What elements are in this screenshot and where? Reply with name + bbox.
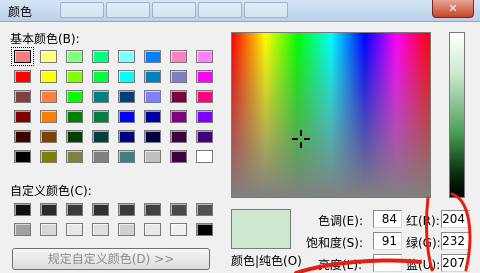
color-swatch[interactable]: [14, 70, 31, 83]
color-swatch[interactable]: [66, 150, 83, 163]
color-swatch[interactable]: [196, 223, 213, 236]
color-swatch[interactable]: [170, 223, 187, 236]
color-spectrum[interactable]: [231, 32, 431, 198]
color-swatch[interactable]: [170, 203, 187, 216]
color-swatch[interactable]: [144, 130, 161, 143]
color-swatch[interactable]: [144, 223, 161, 236]
crosshair-icon[interactable]: [292, 130, 310, 148]
color-swatch[interactable]: [118, 70, 135, 83]
color-swatch[interactable]: [66, 223, 83, 236]
color-swatch[interactable]: [144, 50, 161, 63]
color-swatch[interactable]: [92, 70, 109, 83]
color-swatch[interactable]: [11, 47, 34, 66]
color-swatch[interactable]: [170, 70, 187, 83]
color-swatch[interactable]: [118, 110, 135, 123]
color-swatch[interactable]: [196, 150, 213, 163]
color-swatch[interactable]: [14, 110, 31, 123]
color-swatch[interactable]: [170, 90, 187, 103]
color-swatch[interactable]: [92, 110, 109, 123]
color-swatch[interactable]: [92, 203, 109, 216]
background-tabs: [60, 2, 288, 20]
color-swatch[interactable]: [118, 50, 135, 63]
color-swatch[interactable]: [40, 203, 57, 216]
color-swatch[interactable]: [118, 203, 135, 216]
color-swatch[interactable]: [118, 90, 135, 103]
preview-label[interactable]: 颜色|纯色(O): [231, 252, 302, 269]
color-swatch[interactable]: [14, 150, 31, 163]
color-swatch[interactable]: [118, 130, 135, 143]
hue-label: 色调(E):: [318, 214, 363, 228]
window-title: 颜色: [8, 5, 33, 19]
hue-field[interactable]: 84: [373, 210, 402, 228]
background-tab: [152, 2, 196, 18]
background-tab: [198, 2, 242, 18]
color-swatch[interactable]: [196, 50, 213, 63]
color-swatch[interactable]: [14, 90, 31, 103]
color-swatch[interactable]: [40, 110, 57, 123]
color-swatch[interactable]: [196, 203, 213, 216]
background-tab: [244, 2, 288, 18]
color-swatch[interactable]: [92, 150, 109, 163]
close-button[interactable]: ✕: [432, 0, 474, 18]
color-swatch[interactable]: [196, 70, 213, 83]
color-swatch[interactable]: [66, 130, 83, 143]
basic-colors-label: 基本颜色(B):: [10, 32, 80, 46]
color-swatch[interactable]: [118, 223, 135, 236]
color-swatch[interactable]: [92, 130, 109, 143]
color-swatch[interactable]: [40, 50, 57, 63]
color-swatch[interactable]: [40, 90, 57, 103]
luminance-label: 亮度(L):: [318, 258, 363, 272]
color-swatch[interactable]: [196, 130, 213, 143]
color-swatch[interactable]: [40, 150, 57, 163]
blue-field[interactable]: 207: [441, 254, 470, 272]
title-bar: 颜色 ✕: [0, 0, 480, 22]
red-label: 红(R):: [406, 214, 440, 228]
color-swatch[interactable]: [66, 50, 83, 63]
red-field[interactable]: 204: [441, 210, 470, 228]
color-swatch[interactable]: [40, 130, 57, 143]
saturation-label: 饱和度(S):: [306, 236, 364, 250]
color-swatch[interactable]: [40, 70, 57, 83]
color-swatch[interactable]: [144, 203, 161, 216]
green-label: 绿(G):: [406, 236, 441, 250]
luminance-field[interactable]: [373, 254, 402, 272]
color-swatch[interactable]: [144, 150, 161, 163]
color-swatch[interactable]: [196, 110, 213, 123]
color-swatch[interactable]: [92, 90, 109, 103]
color-swatch[interactable]: [144, 70, 161, 83]
color-swatch[interactable]: [14, 130, 31, 143]
background-tab: [106, 2, 150, 18]
blue-label: 蓝(U):: [406, 258, 441, 272]
color-swatch[interactable]: [14, 203, 31, 216]
close-icon: ✕: [448, 2, 458, 15]
define-custom-colors-button[interactable]: 规定自定义颜色(D) >>: [12, 248, 210, 270]
color-swatch[interactable]: [144, 90, 161, 103]
color-swatch[interactable]: [92, 50, 109, 63]
color-swatch[interactable]: [170, 150, 187, 163]
background-tab: [60, 2, 104, 18]
saturation-field[interactable]: 91: [373, 232, 402, 250]
color-swatch[interactable]: [66, 90, 83, 103]
luminance-slider[interactable]: [449, 32, 465, 198]
color-preview: [231, 209, 291, 249]
color-swatch[interactable]: [144, 110, 161, 123]
color-swatch[interactable]: [66, 70, 83, 83]
color-swatch[interactable]: [14, 223, 31, 236]
green-field[interactable]: 232: [441, 232, 470, 250]
color-swatch[interactable]: [196, 90, 213, 103]
color-swatch[interactable]: [118, 150, 135, 163]
color-swatch[interactable]: [170, 50, 187, 63]
color-swatch[interactable]: [40, 223, 57, 236]
custom-colors-label: 自定义颜色(C):: [10, 184, 92, 198]
color-swatch[interactable]: [66, 203, 83, 216]
color-swatch[interactable]: [170, 110, 187, 123]
color-swatch[interactable]: [92, 223, 109, 236]
color-swatch[interactable]: [170, 130, 187, 143]
color-swatch[interactable]: [66, 110, 83, 123]
